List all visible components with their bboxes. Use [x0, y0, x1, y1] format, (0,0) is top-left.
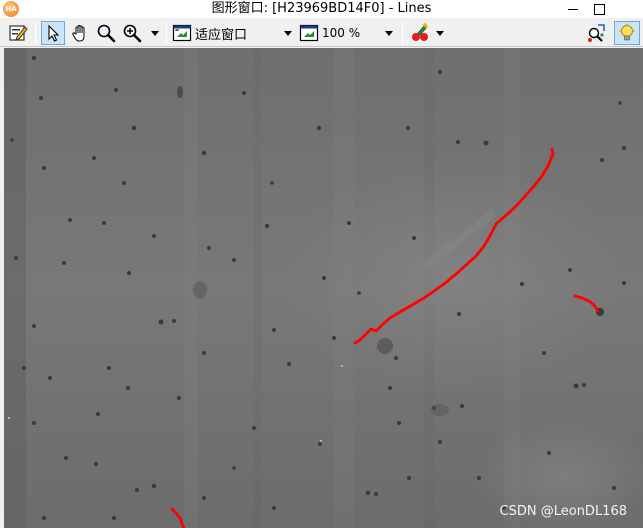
toolbar-separator — [166, 22, 167, 44]
color-pick-icon — [412, 23, 429, 41]
zoom-select[interactable]: 100 % — [299, 21, 399, 45]
zoom-icon — [299, 24, 319, 42]
close-button[interactable] — [612, 0, 643, 18]
title-bar: HA 图形窗口: [H23969BD14F0] - Lines — [0, 0, 643, 18]
maximize-button[interactable] — [586, 0, 612, 18]
display-mode-select[interactable]: 适应窗口 — [172, 21, 296, 45]
edit-icon — [9, 25, 28, 41]
graphics-window: HA 图形窗口: [H23969BD14F0] - Lines 适应窗口 100… — [0, 0, 643, 528]
toolbar-separator — [402, 22, 403, 44]
chevron-down-icon — [284, 31, 292, 36]
chevron-down-icon — [385, 31, 393, 36]
minimize-button[interactable] — [560, 0, 586, 18]
zoom-value: 100 % — [322, 26, 361, 40]
zoom-in-dropdown[interactable] — [148, 21, 162, 45]
color-tool-dropdown[interactable] — [434, 21, 446, 45]
chevron-down-icon — [436, 30, 444, 36]
fit-window-icon — [172, 24, 192, 42]
hand-icon — [72, 24, 85, 42]
edit-button[interactable] — [6, 21, 30, 45]
display-mode-value: 适应窗口 — [195, 27, 248, 43]
magnify-tool-button[interactable] — [94, 21, 118, 45]
lightbulb-icon — [619, 23, 635, 41]
grayscale-image — [4, 48, 643, 528]
toolbar-separator — [35, 22, 36, 44]
image-canvas[interactable]: CSDN @LeonDL168 — [4, 48, 643, 528]
region-icon — [588, 24, 605, 42]
zoom-in-icon — [123, 24, 142, 43]
window-title: 图形窗口: [H23969BD14F0] - Lines — [211, 1, 432, 16]
watermark: CSDN @LeonDL168 — [499, 504, 627, 519]
toolbar: 适应窗口 100 % — [0, 18, 643, 47]
chevron-down-icon — [151, 30, 159, 36]
pointer-icon — [48, 24, 60, 42]
region-tool-button[interactable] — [584, 21, 608, 45]
magnify-icon — [97, 24, 116, 43]
color-tool-button[interactable] — [408, 21, 432, 45]
pointer-tool-button[interactable] — [41, 21, 65, 45]
zoom-in-button[interactable] — [120, 21, 144, 45]
help-button[interactable] — [614, 21, 640, 45]
pan-tool-button[interactable] — [68, 21, 92, 45]
